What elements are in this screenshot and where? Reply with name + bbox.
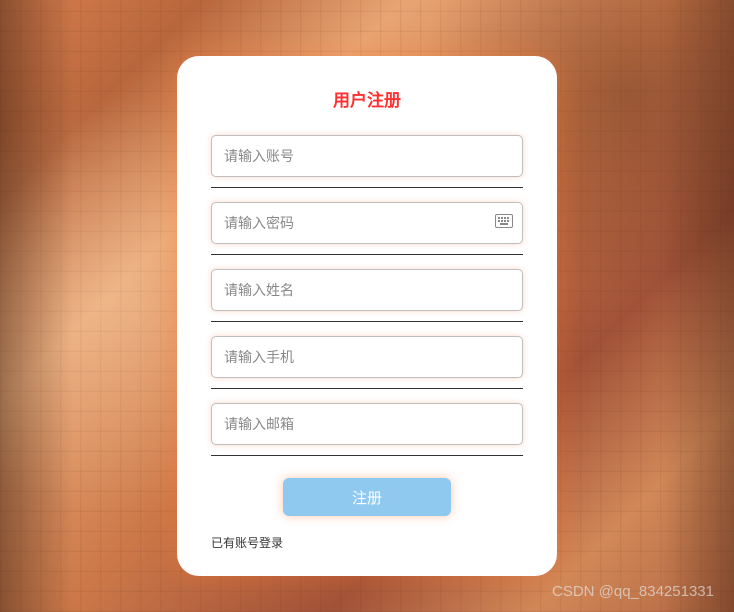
name-field-wrap: [211, 269, 523, 322]
phone-field-wrap: [211, 336, 523, 389]
account-input[interactable]: [211, 135, 523, 177]
email-input[interactable]: [211, 403, 523, 445]
name-input[interactable]: [211, 269, 523, 311]
phone-input[interactable]: [211, 336, 523, 378]
register-button[interactable]: 注册: [283, 478, 451, 516]
login-link[interactable]: 已有账号登录: [211, 536, 283, 550]
watermark-text: CSDN @qq_834251331: [552, 583, 714, 600]
account-field-wrap: [211, 135, 523, 188]
form-title: 用户注册: [211, 86, 523, 111]
register-card: 用户注册 注册 已有账号登录: [177, 56, 557, 576]
email-field-wrap: [211, 403, 523, 456]
password-field-wrap: [211, 202, 523, 255]
password-input[interactable]: [211, 202, 523, 244]
